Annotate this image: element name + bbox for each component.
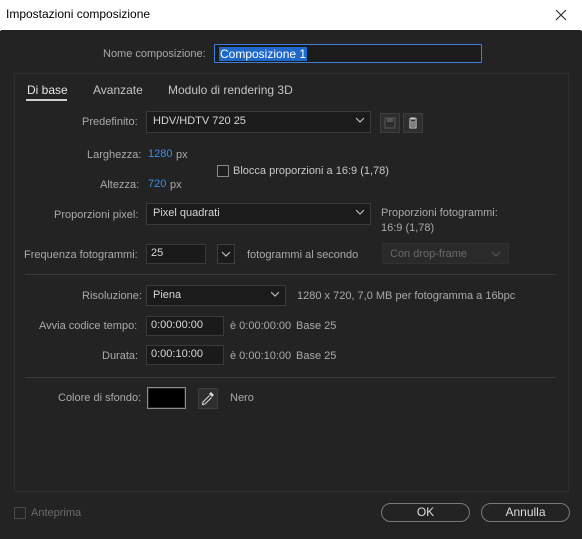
bg-color-name: Nero <box>230 392 254 404</box>
duration-input[interactable]: 0:00:10:00 <box>146 345 224 365</box>
dropframe-dropdown: Con drop-frame <box>382 243 509 264</box>
dropframe-value: Con drop-frame <box>390 248 468 260</box>
frame-rate-input[interactable]: 25 <box>146 244 206 264</box>
bg-color-label: Colore di sfondo: <box>58 392 142 404</box>
height-unit: px <box>170 179 182 191</box>
comp-name-label: Nome composizione: <box>103 48 206 60</box>
duration-label: Durata: <box>102 350 139 362</box>
start-timecode-equals: è 0:00:00:00 <box>230 320 292 332</box>
pixel-aspect-dropdown[interactable]: Pixel quadrati <box>146 203 371 225</box>
tab-modulo-rendering-3d[interactable]: Modulo di rendering 3D <box>168 83 293 97</box>
bg-color-swatch[interactable] <box>147 387 186 409</box>
lock-ratio-label: Blocca proporzioni a 16:9 (1,78) <box>233 165 389 177</box>
comp-name-value: Composizione 1 <box>219 47 308 61</box>
eyedropper-button[interactable] <box>198 388 218 409</box>
cancel-button[interactable]: Annulla <box>481 503 570 522</box>
height-label: Altezza: <box>100 179 140 191</box>
preset-dropdown[interactable]: HDV/HDTV 720 25 <box>146 111 371 133</box>
pixel-aspect-label: Proporzioni pixel: <box>54 209 139 221</box>
delete-preset-button[interactable] <box>403 113 423 133</box>
preview-checkbox[interactable] <box>14 507 26 519</box>
section-divider <box>25 377 556 378</box>
duration-equals: è 0:00:10:00 <box>230 350 292 362</box>
chevron-down-icon <box>356 209 364 215</box>
height-value[interactable]: 720 <box>148 178 166 190</box>
trash-icon <box>409 117 417 129</box>
width-value[interactable]: 1280 <box>148 148 172 160</box>
start-timecode-base: Base 25 <box>296 320 337 332</box>
chevron-down-icon <box>356 117 364 123</box>
chevron-down-icon <box>221 251 231 257</box>
duration-value: 0:00:10:00 <box>151 348 203 360</box>
title-bar: Impostazioni composizione <box>0 0 582 31</box>
chevron-down-icon <box>492 251 500 257</box>
settings-panel <box>14 73 569 492</box>
resolution-value: Piena <box>153 289 182 301</box>
frame-rate-unit: fotogrammi al secondo <box>247 249 359 261</box>
preview-label: Anteprima <box>31 507 82 519</box>
frame-rate-dropdown-button[interactable] <box>217 244 235 264</box>
eyedropper-icon <box>201 392 214 406</box>
ok-button[interactable]: OK <box>381 503 470 522</box>
frame-aspect-label: Proporzioni fotogrammi: <box>381 207 498 219</box>
preset-value: HDV/HDTV 720 25 <box>153 115 246 127</box>
save-icon <box>384 117 396 129</box>
active-tab-underline <box>26 99 67 101</box>
lock-ratio-checkbox[interactable] <box>217 165 229 177</box>
frame-rate-value: 25 <box>151 247 164 259</box>
save-preset-button[interactable] <box>380 113 400 133</box>
close-icon[interactable] <box>549 4 573 26</box>
start-timecode-input[interactable]: 0:00:00:00 <box>146 316 224 336</box>
window-title: Impostazioni composizione <box>6 7 151 21</box>
preset-label: Predefinito: <box>82 116 138 128</box>
start-timecode-label: Avvia codice tempo: <box>39 320 138 332</box>
pixel-aspect-value: Pixel quadrati <box>153 207 220 219</box>
comp-name-input[interactable]: Composizione 1 <box>214 44 482 63</box>
width-label: Larghezza: <box>87 149 142 161</box>
duration-base: Base 25 <box>296 350 337 362</box>
frame-aspect-value: 16:9 (1,78) <box>381 222 435 234</box>
frame-rate-label: Frequenza fotogrammi: <box>24 249 138 261</box>
tab-di-base[interactable]: Di base <box>27 83 68 97</box>
resolution-dropdown[interactable]: Piena <box>146 285 286 306</box>
section-divider <box>25 274 556 275</box>
chevron-down-icon <box>271 291 279 297</box>
resolution-label: Risoluzione: <box>82 290 142 302</box>
start-timecode-value: 0:00:00:00 <box>151 319 203 331</box>
tab-avanzate[interactable]: Avanzate <box>93 83 143 97</box>
width-unit: px <box>176 149 188 161</box>
resolution-info: 1280 x 720, 7,0 MB per fotogramma a 16bp… <box>297 290 516 302</box>
bg-color-fill <box>149 389 184 407</box>
